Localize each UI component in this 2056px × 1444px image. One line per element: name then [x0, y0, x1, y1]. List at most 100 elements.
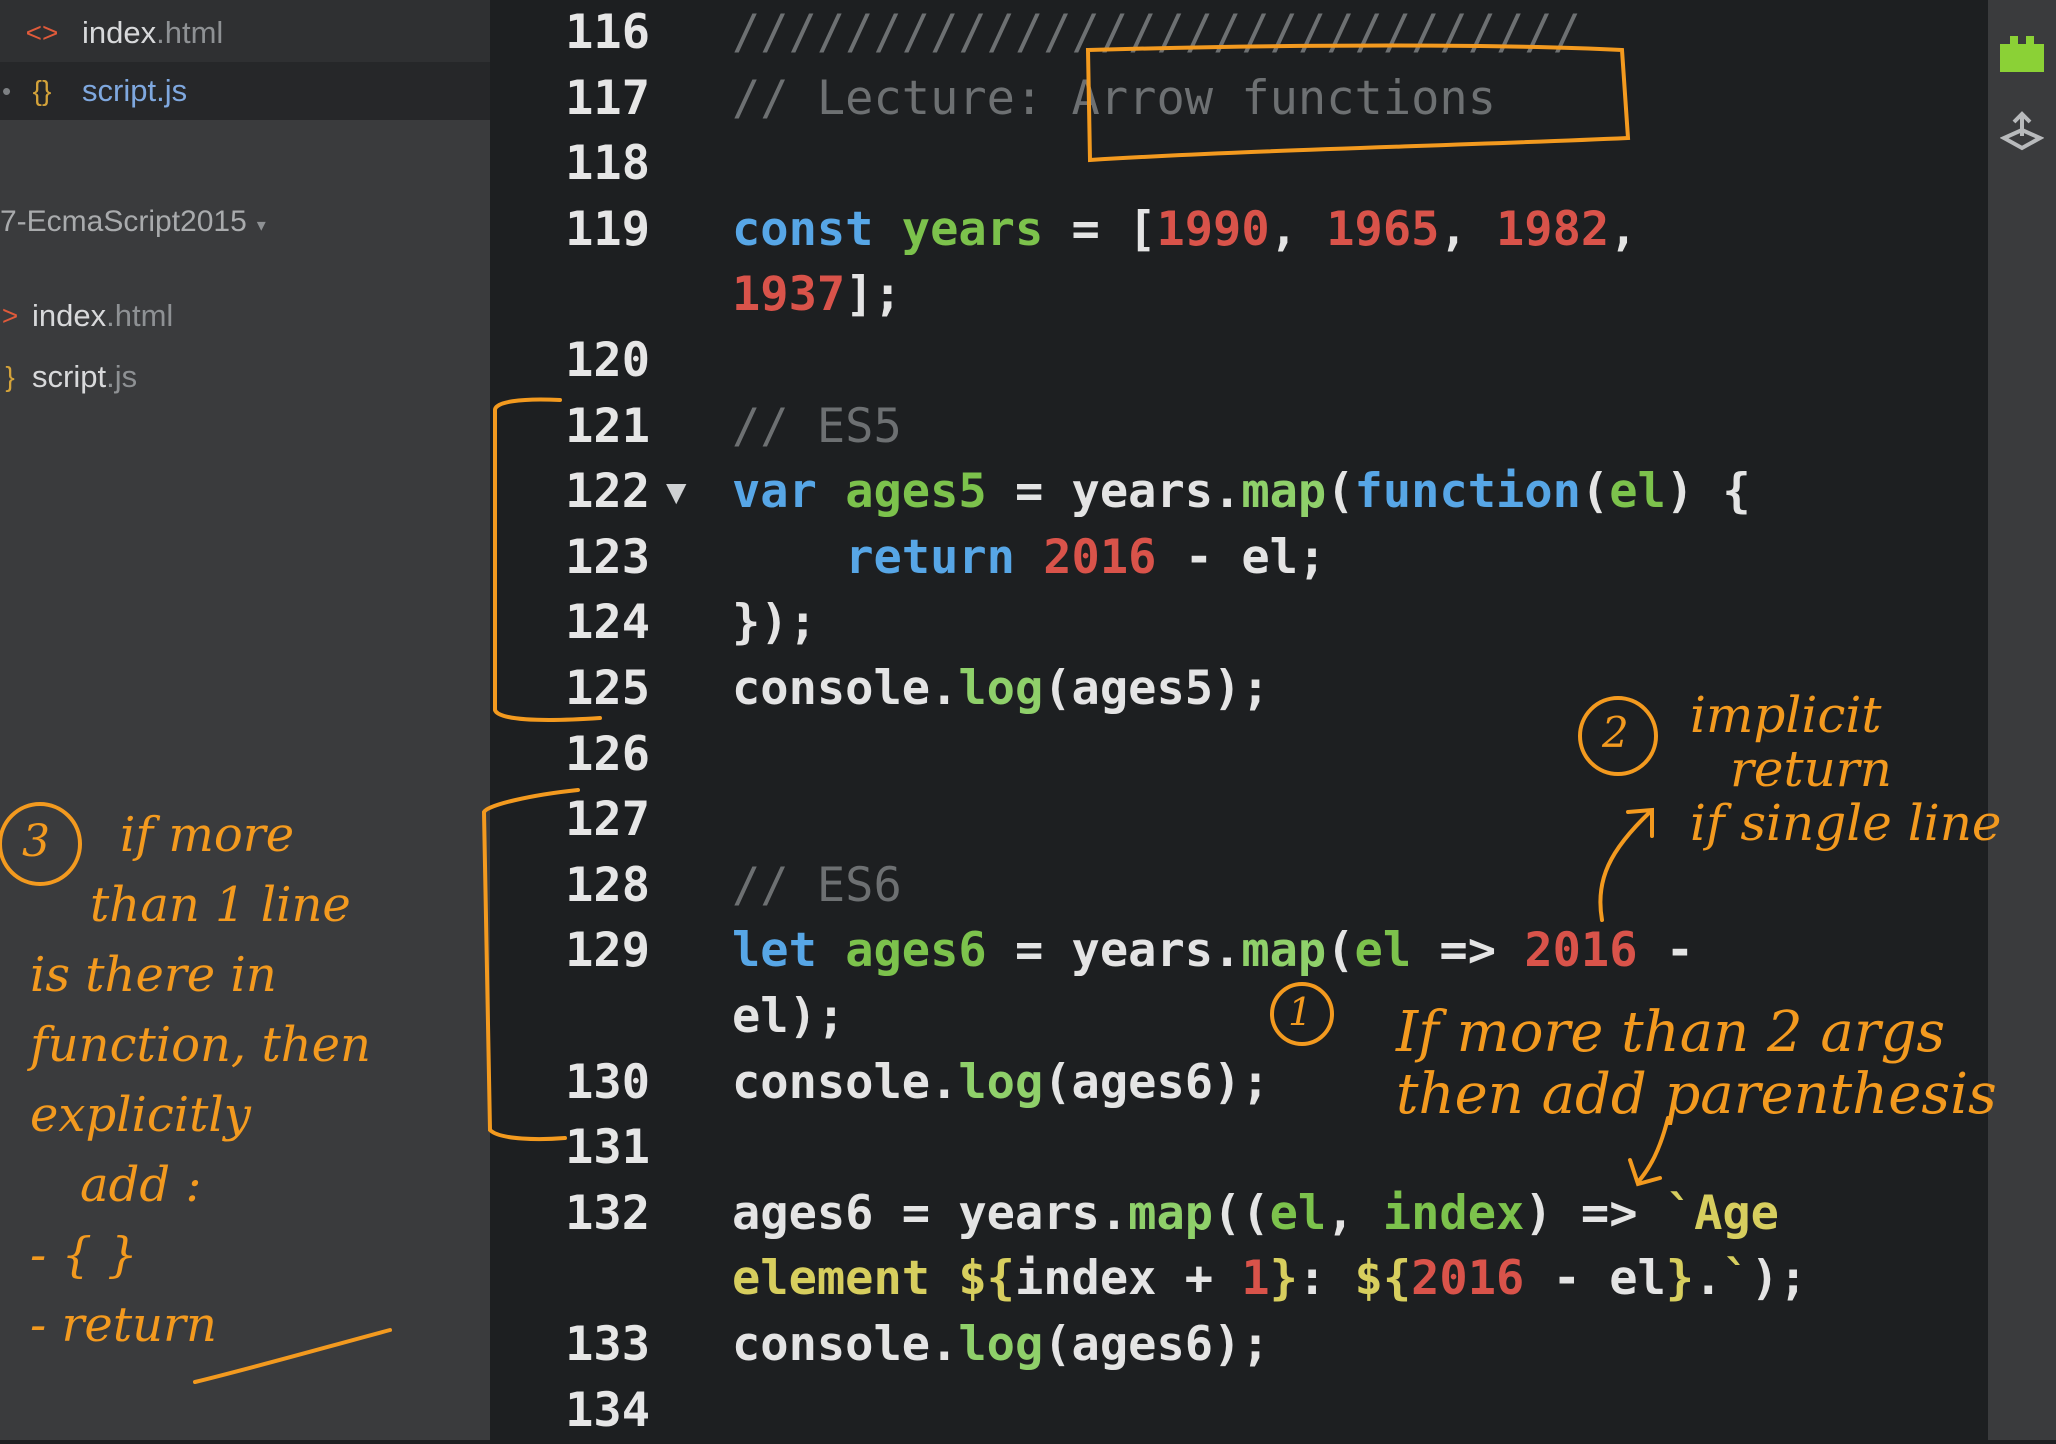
code-token: 2016: [1524, 923, 1638, 978]
code-token: });: [732, 595, 817, 650]
html-file-icon: >: [1, 300, 19, 331]
code-token: ) =>: [1524, 1186, 1666, 1241]
open-file-script-js[interactable]: • {} script.js: [0, 62, 490, 120]
code-line[interactable]: ages6 = years.map((el, index) => `Age: [732, 1181, 1779, 1247]
code-token: // Lecture: Arrow functions: [732, 71, 1497, 126]
line-number: 127: [565, 792, 650, 847]
code-token: (ages6);: [1043, 1317, 1270, 1372]
code-line[interactable]: console.log(ages6);: [732, 1050, 1270, 1116]
line-number: 128: [565, 858, 650, 913]
js-file-icon: }: [5, 361, 15, 392]
code-line[interactable]: const years = [1990, 1965, 1982,: [732, 197, 1638, 263]
note3-text: if more than 1 line is there in function…: [30, 807, 371, 1353]
code-token: ];: [845, 267, 902, 322]
code-token: map: [1241, 923, 1327, 978]
code-token: 1990: [1156, 202, 1270, 257]
line-number: 119: [565, 202, 650, 257]
code-token: //////////////////////////////: [732, 5, 1581, 60]
note2-text: implicit return if single line: [1690, 686, 2002, 852]
code-token: map: [1241, 464, 1327, 519]
code-line[interactable]: // Lecture: Arrow functions: [732, 66, 1496, 132]
code-token: const: [732, 202, 874, 257]
code-line[interactable]: console.log(ages5);: [732, 656, 1270, 722]
code-token: let: [732, 923, 817, 978]
code-line[interactable]: // ES5: [732, 394, 902, 460]
code-line[interactable]: element ${index + 1}: ${2016 - el}.`);: [732, 1246, 1807, 1312]
fold-arrow-icon[interactable]: ▼: [666, 459, 686, 525]
note1-text: If more than 2 args then add parenthesis: [1396, 1000, 1997, 1127]
line-number: 131: [565, 1120, 650, 1175]
project-title[interactable]: 7-EcmaScript2015 ▾: [0, 205, 266, 239]
code-line[interactable]: //////////////////////////////: [732, 0, 1581, 66]
line-number: 116: [565, 5, 650, 60]
code-token: ,: [1439, 202, 1497, 257]
line-number: 124: [565, 595, 650, 650]
code-token: var: [732, 464, 817, 519]
code-line[interactable]: 1937];: [732, 262, 902, 328]
code-token: ,: [1269, 202, 1327, 257]
line-number: [490, 1246, 650, 1312]
code-token: console.: [732, 661, 959, 716]
code-token: element: [732, 1251, 959, 1306]
code-line[interactable]: console.log(ages6);: [732, 1312, 1270, 1378]
code-token: el);: [732, 989, 846, 1044]
code-line[interactable]: let ages6 = years.map(el => 2016 -: [732, 918, 1694, 984]
code-token: = [: [1043, 202, 1157, 257]
code-line[interactable]: el);: [732, 984, 845, 1050]
code-line[interactable]: var ages5 = years.map(function(el) {: [732, 459, 1751, 525]
code-token: `: [1722, 1251, 1751, 1306]
code-token: 1937: [732, 267, 846, 322]
code-token: return: [845, 530, 1015, 585]
line-number: 129: [565, 923, 650, 978]
line-number: 122: [565, 464, 650, 519]
deploy-icon[interactable]: [1998, 110, 2046, 164]
code-token: index: [1382, 1186, 1525, 1241]
code-token: ,: [1609, 202, 1638, 257]
line-number: 117: [565, 71, 650, 126]
code-token: }: [1665, 1251, 1695, 1306]
line-number: 132: [565, 1186, 650, 1241]
code-token: .: [1694, 1251, 1723, 1306]
line-number: 120: [565, 333, 650, 388]
tree-file-script-js[interactable]: } script.js: [0, 348, 490, 406]
code-token: 1: [1241, 1251, 1270, 1306]
open-file-index-html[interactable]: <> index.html: [0, 4, 490, 62]
code-token: el: [1609, 464, 1666, 519]
chevron-down-icon: ▾: [256, 215, 266, 235]
note2-number: 2: [1602, 708, 1629, 757]
code-token: function: [1354, 464, 1581, 519]
line-number: 123: [565, 530, 650, 585]
line-number: 130: [565, 1055, 650, 1110]
code-token: (: [1326, 923, 1355, 978]
code-token: (ages5);: [1043, 661, 1270, 716]
line-number: 125: [565, 661, 650, 716]
line-number: 121: [565, 399, 650, 454]
code-line[interactable]: // ES6: [732, 853, 902, 919]
code-token: ${: [958, 1251, 1015, 1306]
note1-number: 1: [1288, 990, 1313, 1034]
tree-file-index-html[interactable]: > index.html: [0, 287, 490, 345]
code-token: console.: [732, 1317, 959, 1372]
line-number: 118: [565, 136, 650, 191]
code-token: :: [1297, 1251, 1355, 1306]
code-line[interactable]: });: [732, 590, 817, 656]
code-token: el: [1269, 1186, 1327, 1241]
extension-icon[interactable]: [1998, 30, 2046, 84]
code-line[interactable]: return 2016 - el;: [732, 525, 1326, 591]
working-files-panel: <> index.html • {} script.js: [0, 0, 490, 120]
line-number: 126: [565, 727, 650, 782]
line-number: [490, 984, 650, 1050]
code-token: -: [1637, 923, 1695, 978]
code-token: 2016: [1043, 530, 1157, 585]
code-token: years: [901, 202, 1044, 257]
code-token: = years.: [986, 464, 1242, 519]
code-token: - el;: [1156, 530, 1327, 585]
code-token: = years.: [986, 923, 1242, 978]
code-token: 1982: [1496, 202, 1610, 257]
code-token: `Age: [1665, 1186, 1779, 1241]
code-token: ages6: [845, 923, 987, 978]
